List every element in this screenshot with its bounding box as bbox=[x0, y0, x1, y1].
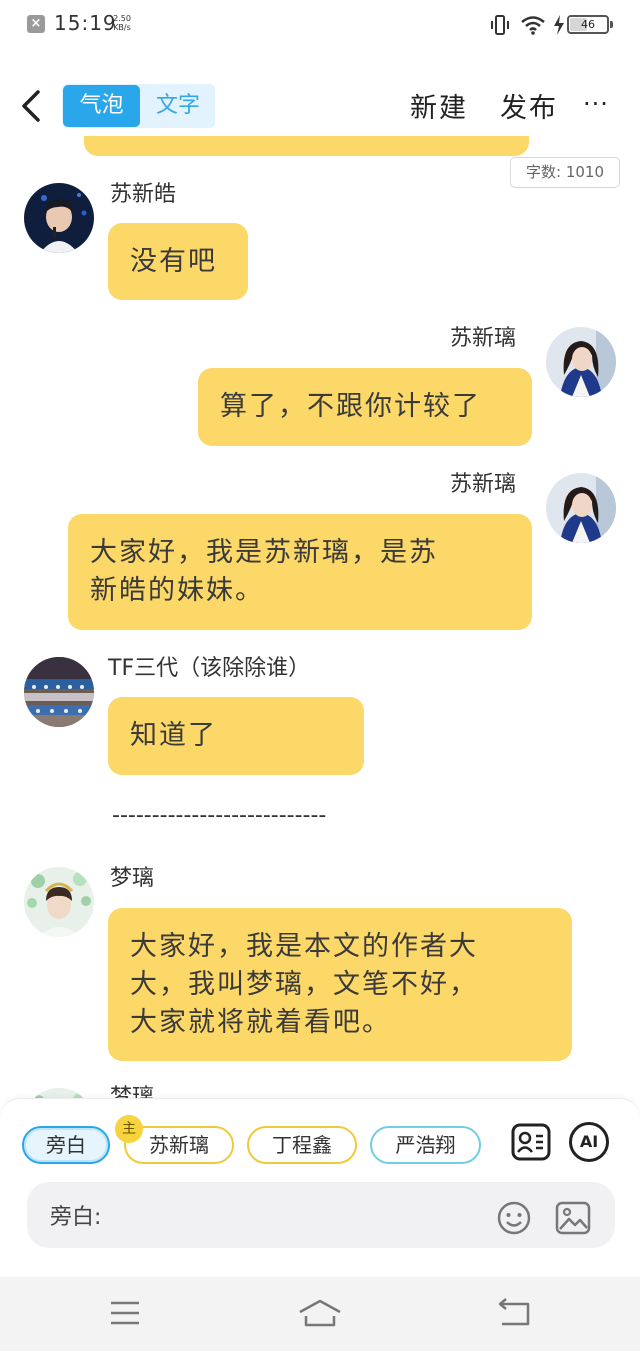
avatar[interactable] bbox=[546, 327, 616, 397]
sender-name: TF三代（该除除谁） bbox=[108, 656, 311, 681]
charging-icon bbox=[554, 15, 564, 35]
message-text-line: 新皓的妹妹。 bbox=[90, 575, 264, 606]
publish-button[interactable]: 发布 bbox=[500, 86, 558, 125]
emoji-icon[interactable] bbox=[496, 1200, 532, 1236]
back-icon[interactable] bbox=[497, 1298, 531, 1328]
message-bubble[interactable]: 大家好，我是苏新璃，是苏 新皓的妹妹。 bbox=[68, 514, 532, 630]
ai-icon[interactable]: AI bbox=[569, 1122, 609, 1162]
network-speed-unit: KB/s bbox=[113, 23, 131, 32]
sender-name: 苏新皓 bbox=[110, 182, 177, 207]
mode-switch: 气泡 文字 bbox=[62, 84, 215, 128]
avatar[interactable] bbox=[24, 657, 94, 727]
network-speed-value: 2.50 bbox=[113, 14, 131, 23]
role-chip-narrator[interactable]: 旁白 bbox=[22, 1126, 110, 1164]
message-text-line: 大家好，我是本文的作者大 bbox=[130, 931, 478, 962]
vibrate-icon bbox=[491, 15, 509, 35]
avatar[interactable] bbox=[546, 473, 616, 543]
message-text-line: 大家好，我是苏新璃，是苏 bbox=[90, 537, 438, 568]
home-icon[interactable] bbox=[297, 1298, 343, 1328]
input-role-label: 旁白: bbox=[50, 1205, 102, 1230]
menu-icon[interactable] bbox=[110, 1300, 140, 1326]
sender-name: 苏新璃 bbox=[450, 472, 517, 497]
tab-bubble[interactable]: 气泡 bbox=[63, 85, 140, 127]
contacts-icon[interactable] bbox=[510, 1122, 552, 1162]
sender-name: 梦璃 bbox=[110, 866, 155, 891]
message-bubble[interactable]: 没有吧 bbox=[108, 223, 248, 300]
status-time: 15:19 bbox=[54, 11, 117, 35]
divider-line: --------------------------- bbox=[112, 803, 327, 828]
image-icon[interactable] bbox=[554, 1200, 592, 1236]
message-bubble[interactable]: 知道了 bbox=[108, 697, 364, 775]
role-chip-dingchengxin[interactable]: 丁程鑫 bbox=[247, 1126, 357, 1164]
wifi-icon bbox=[521, 16, 545, 35]
battery-icon: 46 bbox=[567, 15, 609, 34]
new-button[interactable]: 新建 bbox=[410, 86, 468, 125]
network-speed: 2.50 KB/s bbox=[110, 14, 134, 32]
sender-name: 苏新璃 bbox=[450, 326, 517, 351]
more-icon[interactable]: ··· bbox=[583, 92, 609, 116]
message-bubble[interactable]: 大家好，我是本文的作者大 大，我叫梦璃，文笔不好， 大家就将就着看吧。 bbox=[108, 908, 572, 1061]
message-bubble-partial bbox=[84, 136, 529, 156]
role-chip-yanhaoxiang[interactable]: 严浩翔 bbox=[370, 1126, 481, 1164]
notification-close-icon: × bbox=[27, 15, 45, 33]
message-text: 知道了 bbox=[130, 720, 217, 751]
battery-tip bbox=[610, 21, 613, 28]
avatar[interactable] bbox=[24, 867, 94, 937]
tab-text[interactable]: 文字 bbox=[142, 85, 214, 127]
message-text: 算了，不跟你计较了 bbox=[220, 391, 481, 422]
message-bubble[interactable]: 算了，不跟你计较了 bbox=[198, 368, 532, 446]
battery-level: 46 bbox=[581, 18, 595, 31]
back-arrow-icon[interactable] bbox=[16, 86, 50, 126]
word-count-badge: 字数: 1010 bbox=[510, 157, 620, 188]
avatar[interactable] bbox=[24, 183, 94, 253]
main-character-badge: 主 bbox=[115, 1115, 143, 1143]
status-bar: × 15:19 2.50 KB/s 46 bbox=[0, 0, 640, 50]
message-text-line: 大，我叫梦璃，文笔不好， bbox=[130, 969, 478, 1000]
message-text-line: 大家就将就着看吧。 bbox=[130, 1007, 391, 1038]
message-text: 没有吧 bbox=[130, 246, 217, 277]
